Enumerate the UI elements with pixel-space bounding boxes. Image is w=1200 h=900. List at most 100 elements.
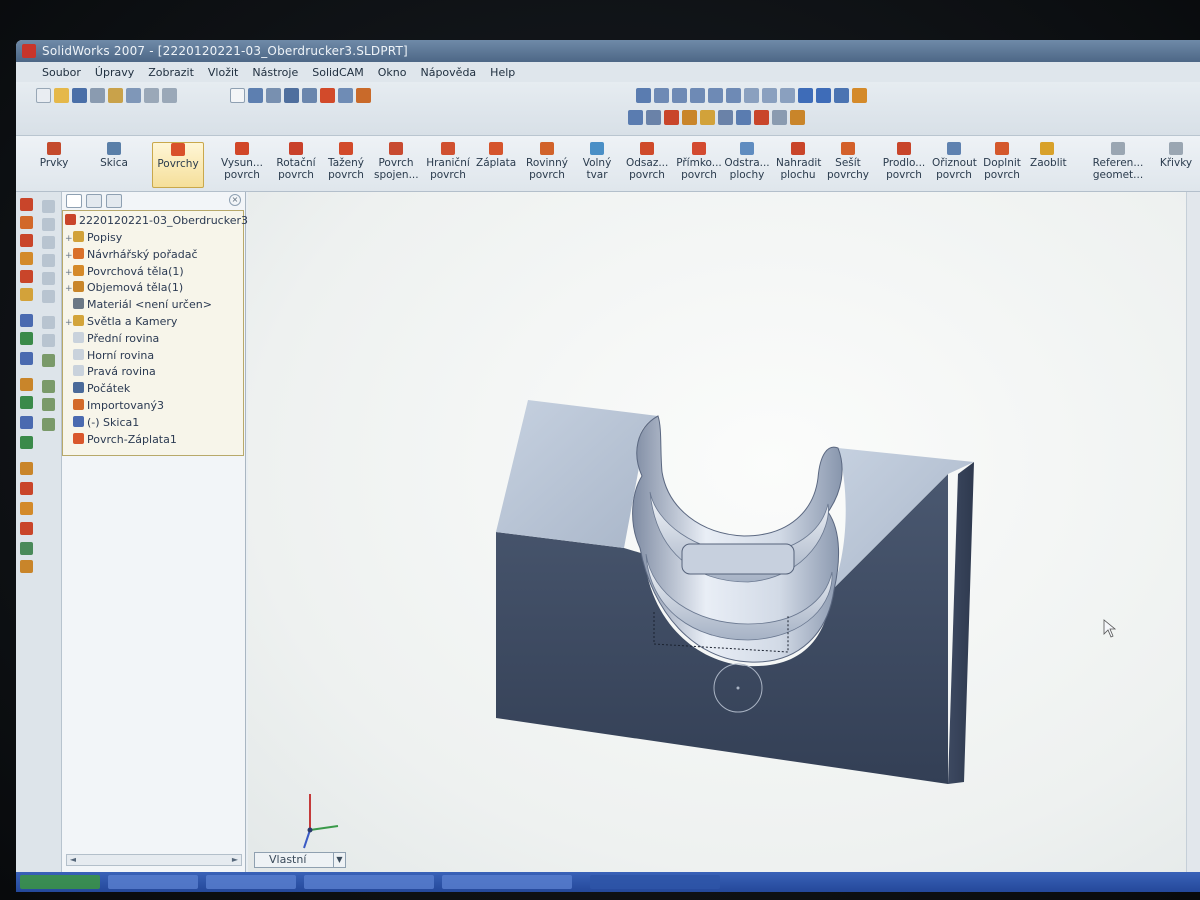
command-button-10[interactable]: Volný tvar bbox=[578, 142, 616, 188]
menu-item-1[interactable]: Úpravy bbox=[95, 66, 134, 79]
taskbar-item[interactable] bbox=[304, 875, 434, 889]
expand-icon[interactable]: + bbox=[65, 231, 73, 247]
menu-item-5[interactable]: SolidCAM bbox=[312, 66, 364, 79]
block-side-face[interactable] bbox=[948, 462, 974, 784]
layers-icon[interactable] bbox=[302, 88, 317, 103]
tool-icon[interactable] bbox=[20, 234, 33, 247]
command-button-15[interactable]: Sešít povrchy bbox=[826, 142, 870, 188]
tool-icon[interactable] bbox=[42, 398, 55, 411]
tool-icon[interactable] bbox=[20, 216, 33, 229]
viewport-vertical-scrollbar[interactable] bbox=[1186, 192, 1200, 872]
shaded-icon[interactable] bbox=[798, 88, 813, 103]
expand-icon[interactable]: + bbox=[65, 265, 73, 281]
taskbar-item[interactable] bbox=[108, 875, 198, 889]
tree-item[interactable]: Materiál <není určen> bbox=[65, 297, 212, 313]
tool-icon[interactable] bbox=[20, 522, 33, 535]
tree-item[interactable]: + Světla a Kamery bbox=[65, 314, 177, 330]
tree-item[interactable]: + Návrhářský pořadač bbox=[65, 247, 198, 263]
command-button-3[interactable]: Vysun... povrch bbox=[220, 142, 264, 188]
tool-icon[interactable] bbox=[20, 482, 33, 495]
menu-item-7[interactable]: Nápověda bbox=[420, 66, 476, 79]
options-icon[interactable] bbox=[266, 88, 281, 103]
command-button-1[interactable]: Skica bbox=[92, 142, 136, 188]
tool-icon[interactable] bbox=[42, 218, 55, 231]
tool-icon[interactable] bbox=[20, 502, 33, 515]
tool-icon[interactable] bbox=[20, 314, 33, 327]
command-button-18[interactable]: Doplnit povrch bbox=[980, 142, 1024, 188]
tree-item[interactable]: Importovaný3 bbox=[65, 398, 164, 414]
ridge-pocket[interactable] bbox=[681, 543, 795, 575]
property-manager-tab-icon[interactable] bbox=[86, 194, 102, 208]
configuration-manager-tab-icon[interactable] bbox=[106, 194, 122, 208]
zoom-area-icon[interactable] bbox=[654, 88, 669, 103]
equations-icon[interactable] bbox=[718, 110, 733, 125]
appearance-icon[interactable] bbox=[852, 88, 867, 103]
sketch-line-icon[interactable] bbox=[646, 110, 661, 125]
start-button[interactable] bbox=[20, 875, 100, 889]
menu-item-0[interactable]: Soubor bbox=[42, 66, 81, 79]
shaded-edges-icon[interactable] bbox=[816, 88, 831, 103]
tool-icon[interactable] bbox=[20, 252, 33, 265]
report-icon[interactable] bbox=[772, 110, 787, 125]
tool-icon[interactable] bbox=[20, 288, 33, 301]
tree-root[interactable]: 2220120221-03_Oberdrucker3 bbox=[65, 213, 248, 229]
command-button-20[interactable]: Referen... geomet... bbox=[1092, 142, 1144, 188]
tree-item[interactable]: + Objemová těla(1) bbox=[65, 280, 183, 296]
model-view[interactable] bbox=[248, 192, 1200, 872]
print-preview-icon[interactable] bbox=[108, 88, 123, 103]
open-folder-icon[interactable] bbox=[54, 88, 69, 103]
tool-icon[interactable] bbox=[42, 380, 55, 393]
command-button-8[interactable]: Záplata bbox=[476, 142, 516, 188]
mass-properties-icon[interactable] bbox=[664, 110, 679, 125]
tool-icon[interactable] bbox=[20, 542, 33, 555]
measure-icon[interactable] bbox=[628, 110, 643, 125]
undo-icon[interactable] bbox=[144, 88, 159, 103]
display-icon[interactable] bbox=[320, 88, 335, 103]
tool-icon[interactable] bbox=[42, 316, 55, 329]
tool-icon[interactable] bbox=[42, 354, 55, 367]
tool-icon[interactable] bbox=[42, 334, 55, 347]
expand-icon[interactable]: + bbox=[65, 248, 73, 264]
command-button-7[interactable]: Hraniční povrch bbox=[426, 142, 470, 188]
section-view-icon[interactable] bbox=[834, 88, 849, 103]
copy-icon[interactable] bbox=[126, 88, 141, 103]
command-button-19[interactable]: Zaoblit bbox=[1030, 142, 1067, 188]
command-button-4[interactable]: Rotační povrch bbox=[274, 142, 318, 188]
tree-item[interactable]: + Popisy bbox=[65, 230, 122, 246]
tool-icon[interactable] bbox=[20, 332, 33, 345]
expand-icon[interactable]: + bbox=[65, 315, 73, 331]
tool-icon[interactable] bbox=[20, 352, 33, 365]
command-button-21[interactable]: Křivky bbox=[1156, 142, 1196, 188]
tree-item[interactable]: Přední rovina bbox=[65, 331, 159, 347]
tool-icon[interactable] bbox=[42, 272, 55, 285]
select-arrow-icon[interactable] bbox=[230, 88, 245, 103]
command-button-0[interactable]: Prvky bbox=[34, 142, 74, 188]
tree-item[interactable]: Povrch-Záplata1 bbox=[65, 432, 177, 448]
menu-item-4[interactable]: Nástroje bbox=[252, 66, 298, 79]
analysis-icon[interactable] bbox=[754, 110, 769, 125]
help-icon[interactable] bbox=[356, 88, 371, 103]
tree-item[interactable]: Pravá rovina bbox=[65, 364, 156, 380]
expand-icon[interactable]: + bbox=[65, 281, 73, 297]
sum-icon[interactable] bbox=[736, 110, 751, 125]
macro-icon[interactable] bbox=[790, 110, 805, 125]
save-icon[interactable] bbox=[72, 88, 87, 103]
hidden-lines-icon[interactable] bbox=[780, 88, 795, 103]
zoom-in-out-icon[interactable] bbox=[672, 88, 687, 103]
scroll-right-icon[interactable]: ► bbox=[229, 855, 241, 865]
chevron-down-icon[interactable]: ▼ bbox=[333, 853, 345, 867]
wireframe-icon[interactable] bbox=[762, 88, 777, 103]
menu-item-6[interactable]: Okno bbox=[378, 66, 407, 79]
checklist-icon[interactable] bbox=[700, 110, 715, 125]
zoom-fit-icon[interactable] bbox=[636, 88, 651, 103]
taskbar-item-active[interactable] bbox=[590, 875, 720, 889]
tree-item[interactable]: Horní rovina bbox=[65, 348, 154, 364]
command-button-13[interactable]: Odstra... plochy bbox=[724, 142, 770, 188]
command-button-11[interactable]: Odsaz... povrch bbox=[626, 142, 668, 188]
tree-horizontal-scrollbar[interactable]: ◄ ► bbox=[66, 854, 242, 866]
command-button-14[interactable]: Nahradit plochu bbox=[776, 142, 821, 188]
calculator-icon[interactable] bbox=[682, 110, 697, 125]
tool-icon[interactable] bbox=[42, 236, 55, 249]
rebuild-icon[interactable] bbox=[248, 88, 263, 103]
view-orientation-icon[interactable] bbox=[744, 88, 759, 103]
